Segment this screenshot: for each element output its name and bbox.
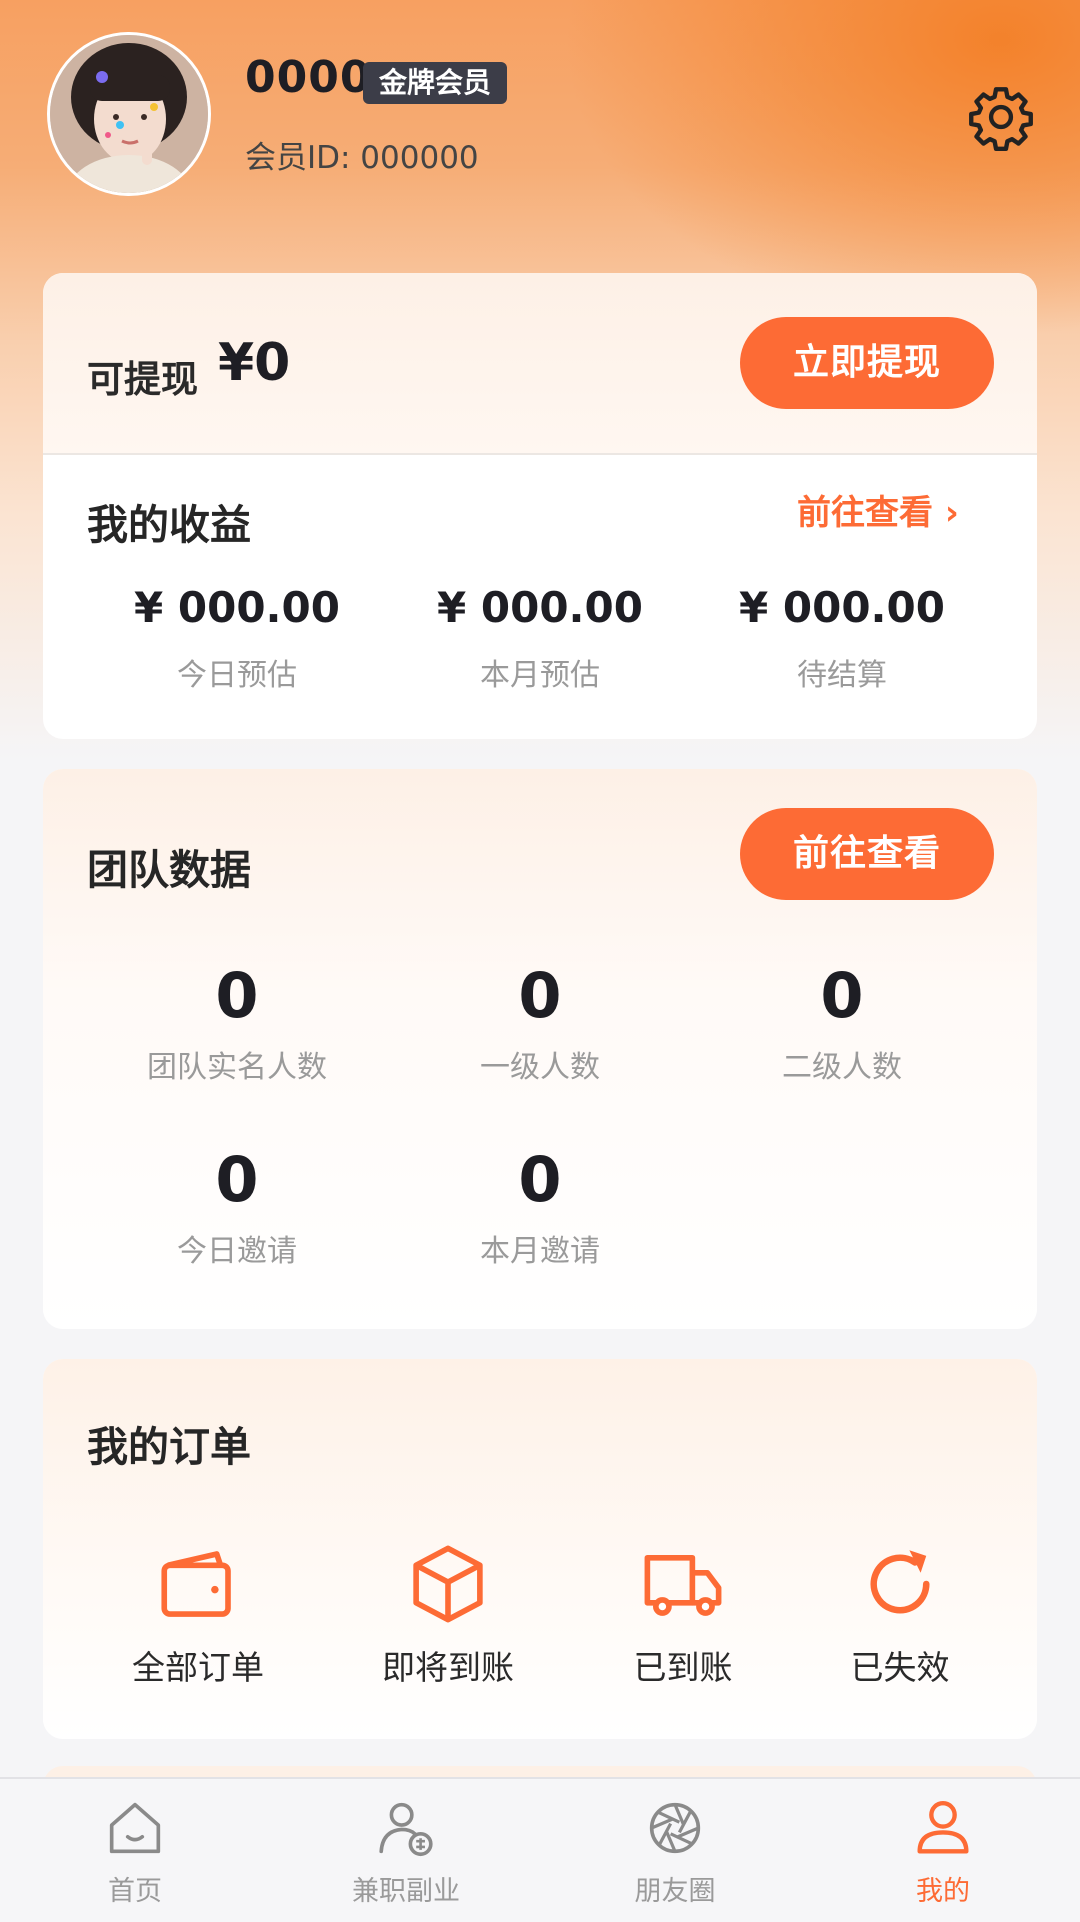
user-money-icon	[379, 1802, 433, 1857]
orders-title: 我的订单	[87, 1423, 251, 1471]
wallet-icon	[161, 1551, 231, 1617]
stat-value: 0	[215, 1143, 259, 1216]
withdrawable-amount: ¥0	[218, 333, 291, 393]
withdrawable-label: 可提现	[87, 358, 198, 401]
stat-label: 二级人数	[782, 1050, 902, 1085]
order-all[interactable]: 全部订单	[98, 1539, 298, 1689]
order-label: 全部订单	[132, 1648, 264, 1687]
stat-value: 0	[518, 959, 562, 1032]
stat-label: 团队实名人数	[147, 1050, 327, 1085]
team-stat-verified[interactable]: 0 团队实名人数	[87, 959, 387, 1086]
earnings-title: 我的收益	[87, 501, 251, 549]
avatar[interactable]	[47, 32, 211, 196]
tab-label: 我的	[916, 1876, 970, 1907]
team-data-card: 团队数据 前往查看 0 团队实名人数 0 一级人数 0 二级人数 0 今日邀请 …	[43, 769, 1037, 1329]
stat-label: 本月预估	[480, 658, 600, 693]
earnings-stat-pending[interactable]: ¥ 000.00 待结算	[692, 583, 992, 694]
orders-card: 我的订单 全部订单 即将到账 已到账 已失效	[43, 1359, 1037, 1739]
team-stat-level1[interactable]: 0 一级人数	[390, 959, 690, 1086]
earnings-card: 可提现 ¥0 立即提现 我的收益 前往查看 › ¥ 000.00 今日预估 ¥ …	[43, 273, 1037, 739]
tab-parttime[interactable]: 兼职副业	[306, 1793, 506, 1908]
stat-label: 今日邀请	[177, 1234, 297, 1269]
order-expired[interactable]: 已失效	[800, 1539, 1000, 1689]
team-data-title: 团队数据	[87, 846, 251, 894]
gear-icon[interactable]	[966, 82, 1036, 152]
stat-label: 今日预估	[177, 658, 297, 693]
tab-home[interactable]: 首页	[35, 1793, 235, 1908]
stat-label: 本月邀请	[480, 1234, 600, 1269]
stat-value: 0	[518, 1143, 562, 1216]
box-icon	[413, 1545, 483, 1623]
tab-label: 兼职副业	[352, 1876, 460, 1907]
tab-label: 朋友圈	[634, 1876, 716, 1907]
refresh-icon	[870, 1550, 930, 1614]
stat-value: 0	[820, 959, 864, 1032]
bottom-tab-bar: 首页 兼职副业 朋友圈 我的	[0, 1777, 1080, 1922]
order-received[interactable]: 已到账	[583, 1539, 783, 1689]
stat-value: ¥ 000.00	[437, 583, 643, 632]
stat-value: ¥ 000.00	[134, 583, 340, 632]
member-level-badge: 金牌会员	[363, 62, 508, 104]
truck-icon	[644, 1554, 722, 1616]
home-icon	[109, 1802, 161, 1854]
avatar-photo	[50, 35, 208, 193]
earnings-stat-month[interactable]: ¥ 000.00 本月预估	[390, 583, 690, 694]
withdraw-button[interactable]: 立即提现	[740, 317, 994, 409]
username: 0000	[245, 52, 372, 103]
tab-moments[interactable]: 朋友圈	[575, 1793, 775, 1908]
order-label: 即将到账	[382, 1648, 514, 1687]
team-stat-level2[interactable]: 0 二级人数	[692, 959, 992, 1086]
tab-mine[interactable]: 我的	[843, 1793, 1043, 1908]
stat-value: ¥ 000.00	[739, 583, 945, 632]
tab-label: 首页	[108, 1876, 162, 1907]
stat-value: 0	[215, 959, 259, 1032]
team-view-button[interactable]: 前往查看	[740, 808, 994, 900]
team-stat-today-invites[interactable]: 0 今日邀请	[87, 1143, 387, 1270]
earnings-stat-today[interactable]: ¥ 000.00 今日预估	[87, 583, 387, 694]
order-label: 已失效	[850, 1648, 950, 1687]
order-label: 已到账	[633, 1648, 733, 1687]
user-icon	[917, 1801, 969, 1854]
team-stat-month-invites[interactable]: 0 本月邀请	[390, 1143, 690, 1270]
order-upcoming[interactable]: 即将到账	[348, 1539, 548, 1689]
aperture-icon	[649, 1802, 701, 1854]
stat-label: 待结算	[797, 658, 887, 693]
stat-label: 一级人数	[480, 1050, 600, 1085]
earnings-view-link[interactable]: 前往查看 ›	[797, 485, 959, 534]
member-id: 会员ID: 000000	[245, 140, 479, 176]
